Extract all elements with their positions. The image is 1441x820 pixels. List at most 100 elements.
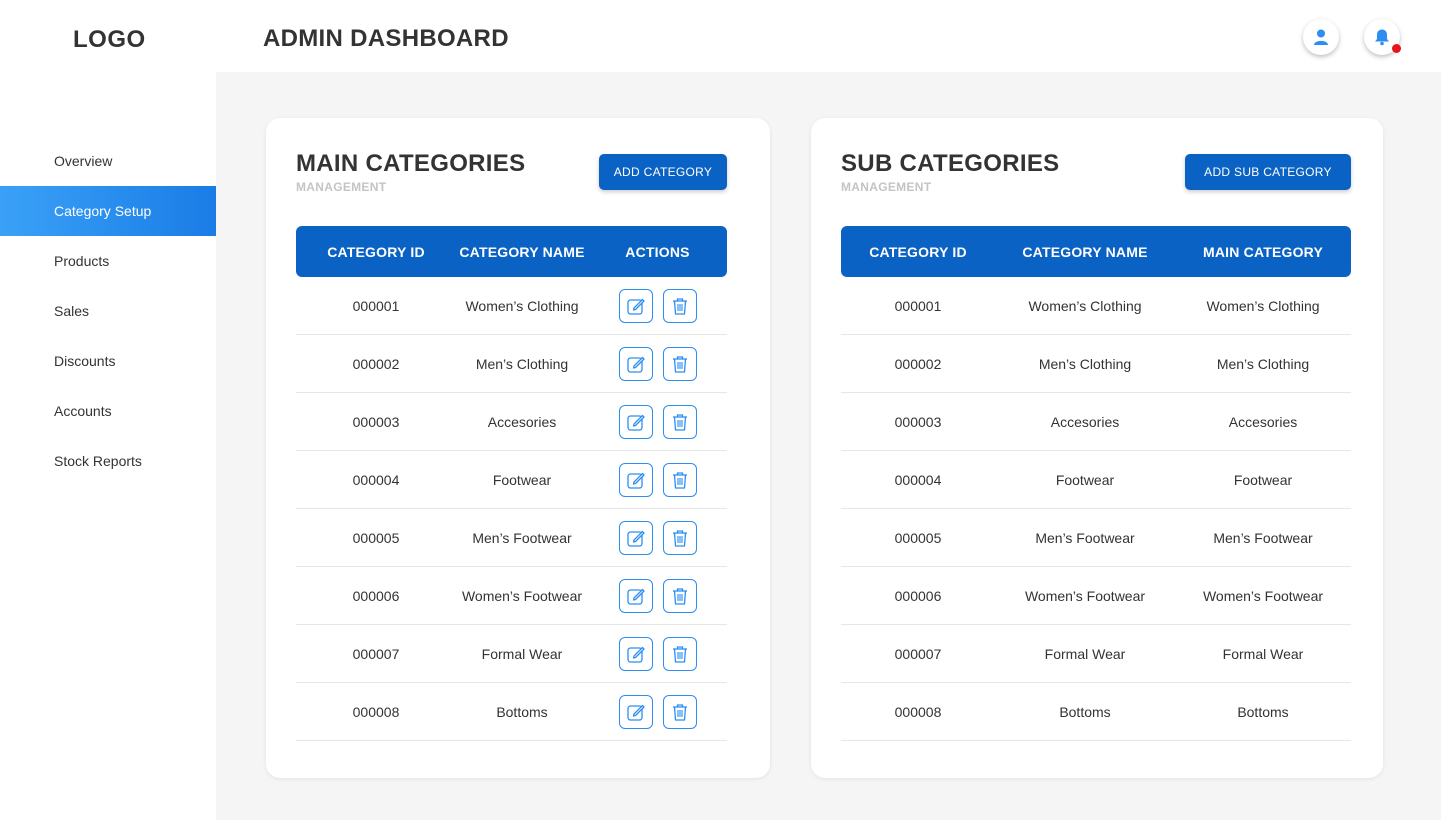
sidebar-item-category-setup[interactable]: Category Setup (0, 186, 216, 236)
table-row: 000006 Women’s Footwear Women’s Footwear (841, 567, 1351, 625)
delete-button[interactable] (662, 346, 697, 381)
category-name-cell: Accesories (1050, 413, 1120, 430)
sidebar-item-overview[interactable]: Overview (0, 136, 216, 186)
user-profile-button[interactable] (1303, 19, 1339, 55)
sub-categories-table-body: 000001 Women’s Clothing Women’s Clothing… (841, 277, 1351, 741)
sidebar-item-discounts[interactable]: Discounts (0, 336, 216, 386)
column-header: MAIN CATEGORY (1202, 243, 1324, 260)
category-id-cell: 000002 (894, 355, 942, 372)
page-title: ADMIN DASHBOARD (263, 25, 509, 52)
category-name-cell: Men’s Footwear (472, 529, 572, 546)
category-id-cell: 000001 (894, 297, 942, 314)
edit-icon (626, 704, 645, 721)
delete-button[interactable] (662, 404, 697, 439)
sidebar: Overview Category Setup Products Sales D… (0, 72, 216, 820)
main-category-cell: Men’s Footwear (1213, 529, 1313, 546)
table-row: 000002 Men’s Clothing Men’s Clothing (841, 335, 1351, 393)
edit-button[interactable] (618, 578, 653, 613)
table-row: 000006 Women’s Footwear (296, 567, 727, 625)
category-id-cell: 000001 (352, 297, 400, 314)
category-name-cell: Women’s Clothing (465, 297, 579, 314)
edit-button[interactable] (618, 288, 653, 323)
sidebar-item-products[interactable]: Products (0, 236, 216, 286)
edit-button[interactable] (618, 694, 653, 729)
category-id-cell: 000006 (894, 587, 942, 604)
add-sub-category-button[interactable]: ADD SUB CATEGORY (1185, 154, 1351, 190)
main-category-cell: Men’s Clothing (1216, 355, 1310, 372)
delete-button[interactable] (662, 288, 697, 323)
column-header: ACTIONS (625, 243, 690, 260)
main-categories-card: MAIN CATEGORIES MANAGEMENT ADD CATEGORY … (266, 118, 770, 778)
main-categories-table-body: 000001 Women’s Clothing 000002 Men’s Clo… (296, 277, 727, 741)
main-category-cell: Accesories (1228, 413, 1298, 430)
edit-icon (626, 356, 645, 373)
category-name-cell: Bottoms (1059, 703, 1111, 720)
logo[interactable]: LOGO (73, 26, 146, 54)
edit-icon (626, 588, 645, 605)
delete-button[interactable] (662, 694, 697, 729)
edit-button[interactable] (618, 462, 653, 497)
category-name-cell: Bottoms (496, 703, 548, 720)
trash-icon (672, 471, 687, 489)
category-name-cell: Accesories (487, 413, 557, 430)
delete-button[interactable] (662, 462, 697, 497)
category-name-cell: Formal Wear (481, 645, 563, 662)
trash-icon (672, 703, 687, 721)
delete-button[interactable] (662, 578, 697, 613)
table-row: 000008 Bottoms Bottoms (841, 683, 1351, 741)
column-header: CATEGORY ID (327, 243, 425, 260)
category-name-cell: Footwear (1055, 471, 1115, 488)
sub-categories-card: SUB CATEGORIES MANAGEMENT ADD SUB CATEGO… (811, 118, 1383, 778)
category-id-cell: 000007 (352, 645, 400, 662)
actions-cell (588, 346, 727, 381)
actions-cell (588, 404, 727, 439)
delete-button[interactable] (662, 520, 697, 555)
actions-cell (588, 636, 727, 671)
category-name-cell: Men’s Footwear (1035, 529, 1135, 546)
top-bar: LOGO ADMIN DASHBOARD (0, 0, 1441, 72)
sidebar-item-stock-reports[interactable]: Stock Reports (0, 436, 216, 486)
sidebar-item-sales[interactable]: Sales (0, 286, 216, 336)
trash-icon (672, 529, 687, 547)
main-category-cell: Women’s Footwear (1202, 587, 1324, 604)
notifications-button[interactable] (1364, 19, 1401, 55)
category-id-cell: 000008 (894, 703, 942, 720)
edit-button[interactable] (618, 636, 653, 671)
category-id-cell: 000007 (894, 645, 942, 662)
edit-button[interactable] (618, 404, 653, 439)
main-categories-subtitle: MANAGEMENT (296, 180, 387, 194)
actions-cell (588, 462, 727, 497)
main-categories-title: MAIN CATEGORIES (296, 150, 526, 177)
edit-button[interactable] (618, 520, 653, 555)
sub-categories-subtitle: MANAGEMENT (841, 180, 932, 194)
actions-cell (588, 578, 727, 613)
category-id-cell: 000006 (352, 587, 400, 604)
sub-categories-title: SUB CATEGORIES (841, 150, 1060, 177)
delete-button[interactable] (662, 636, 697, 671)
sub-categories-table-header: CATEGORY ID CATEGORY NAME MAIN CATEGORY (841, 226, 1351, 277)
trash-icon (672, 355, 687, 373)
edit-icon (626, 646, 645, 663)
actions-cell (588, 694, 727, 729)
actions-cell (588, 288, 727, 323)
edit-icon (626, 472, 645, 489)
main-categories-table-header: CATEGORY ID CATEGORY NAME ACTIONS (296, 226, 727, 277)
main-category-cell: Women’s Clothing (1206, 297, 1320, 314)
category-id-cell: 000005 (352, 529, 400, 546)
add-category-button[interactable]: ADD CATEGORY (599, 154, 727, 190)
sidebar-item-accounts[interactable]: Accounts (0, 386, 216, 436)
user-icon (1314, 29, 1328, 45)
table-row: 000004 Footwear Footwear (841, 451, 1351, 509)
actions-cell (588, 520, 727, 555)
column-header: CATEGORY NAME (459, 243, 585, 260)
category-name-cell: Women’s Footwear (1024, 587, 1146, 604)
edit-button[interactable] (618, 346, 653, 381)
column-header: CATEGORY ID (869, 243, 967, 260)
main-category-cell: Bottoms (1237, 703, 1289, 720)
category-id-cell: 000005 (894, 529, 942, 546)
category-name-cell: Women’s Footwear (461, 587, 583, 604)
table-row: 000001 Women’s Clothing (296, 277, 727, 335)
notification-badge (1392, 44, 1401, 53)
main-category-cell: Formal Wear (1222, 645, 1304, 662)
category-id-cell: 000003 (352, 413, 400, 430)
